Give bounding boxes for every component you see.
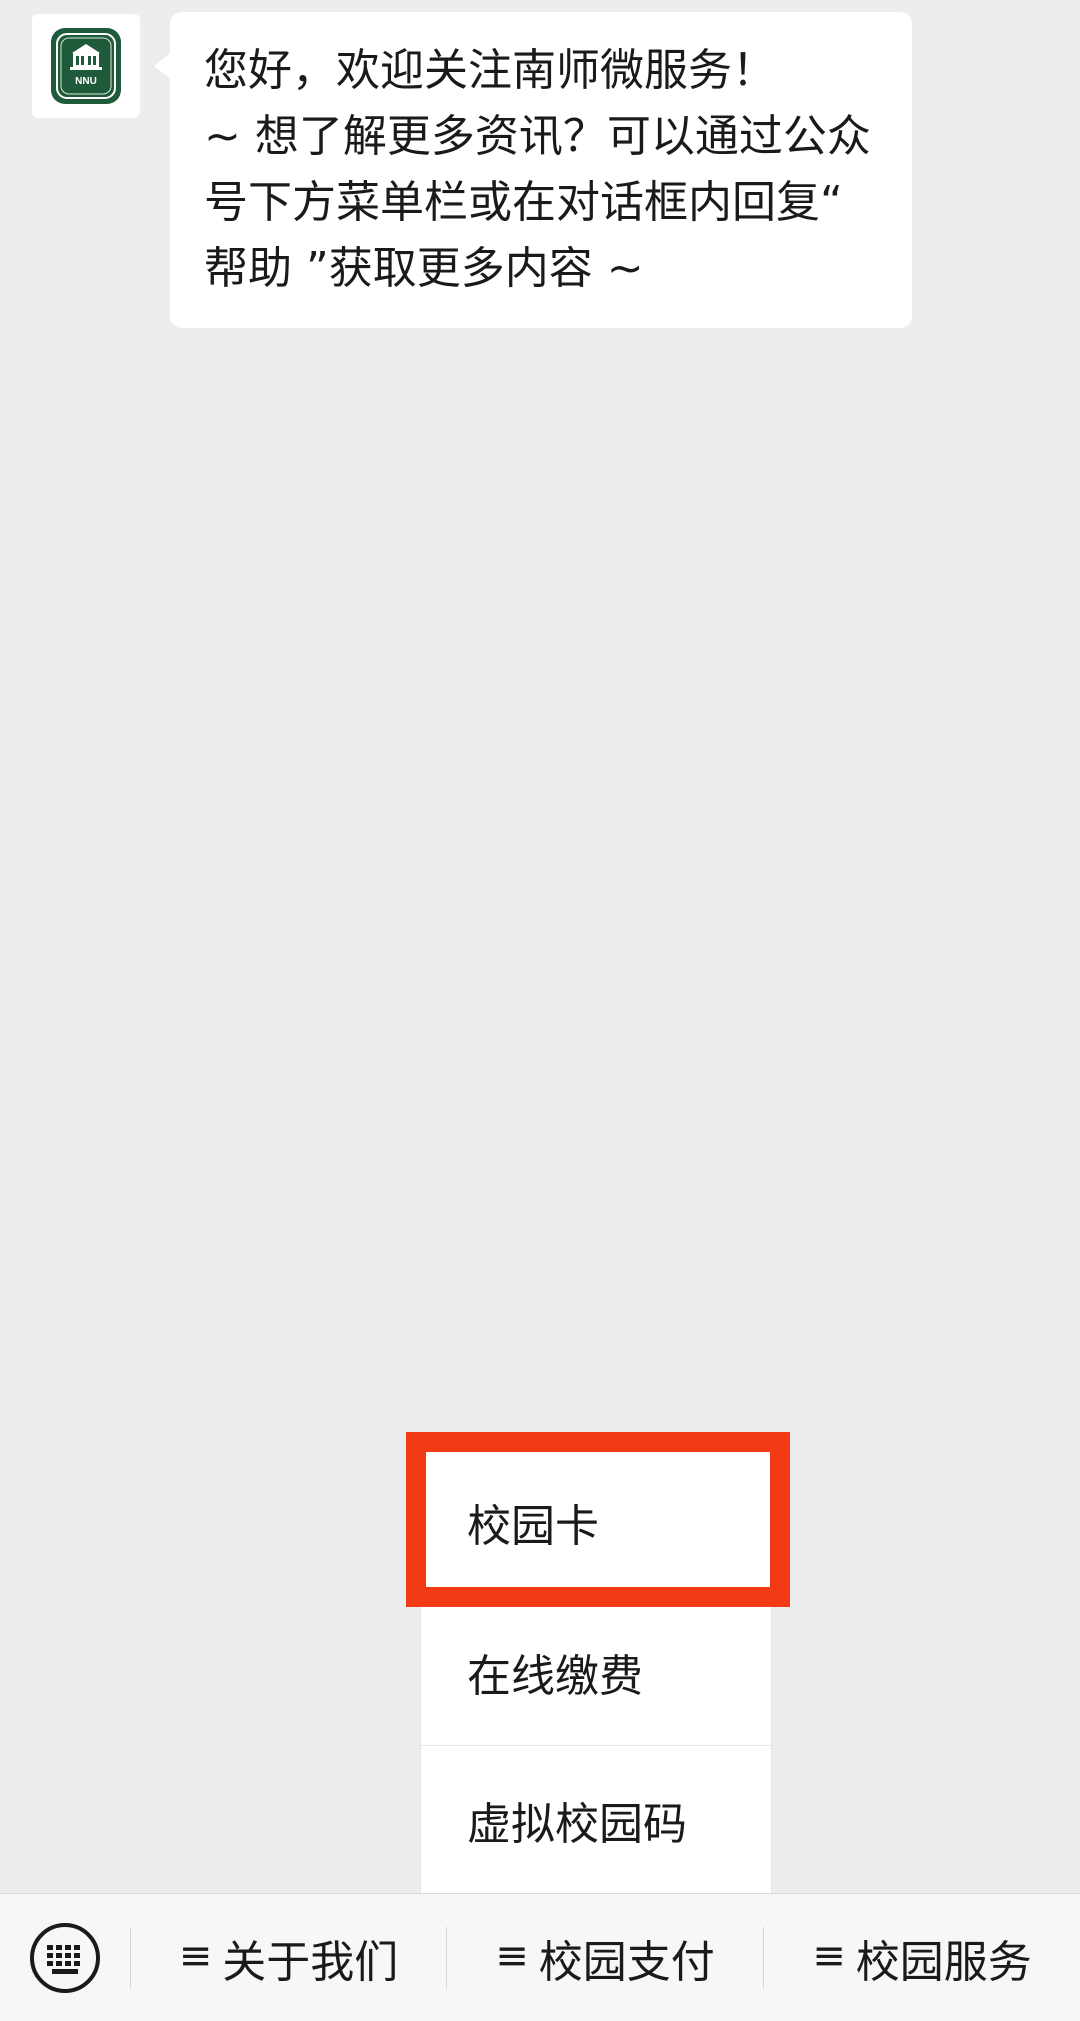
menu-tab-campus-payment[interactable]: ≡ 校园支付 bbox=[447, 1894, 763, 2021]
message-line-4: 帮助 ”获取更多内容 ~ bbox=[204, 243, 644, 294]
message-line-3: 号下方菜单栏或在对话框内回复“ bbox=[204, 177, 843, 228]
avatar[interactable]: NNU bbox=[32, 14, 140, 118]
welcome-message-bubble: 您好，欢迎关注南师微服务！ ~ 想了解更多资讯？可以通过公众 号下方菜单栏或在对… bbox=[154, 12, 912, 328]
submenu-item-virtual-campus-code[interactable]: 虚拟校园码 bbox=[421, 1746, 771, 1894]
keyboard-toggle-button[interactable] bbox=[0, 1894, 130, 2021]
menu-tab-label: 校园支付 bbox=[538, 1936, 715, 1988]
menu-list-icon: ≡ bbox=[178, 1932, 213, 1979]
university-seal-icon: NNU bbox=[51, 28, 121, 104]
menu-tab-about-us[interactable]: ≡ 关于我们 bbox=[131, 1894, 446, 2021]
submenu-item-online-payment[interactable]: 在线缴费 bbox=[421, 1598, 771, 1746]
menu-tab-campus-services[interactable]: ≡ 校园服务 bbox=[764, 1894, 1080, 2021]
message-line-2: ~ 想了解更多资讯？可以通过公众 bbox=[204, 111, 871, 162]
menu-list-icon: ≡ bbox=[812, 1932, 846, 1979]
campus-payment-submenu: 校园卡 在线缴费 虚拟校园码 bbox=[421, 1446, 771, 1894]
keyboard-icon bbox=[30, 1922, 100, 1993]
submenu-item-label: 虚拟校园码 bbox=[467, 1799, 687, 1850]
submenu-item-label: 校园卡 bbox=[467, 1501, 599, 1552]
message-line-1: 您好，欢迎关注南师微服务！ bbox=[204, 45, 776, 96]
menu-tab-label: 校园服务 bbox=[855, 1936, 1032, 1988]
menu-tab-label: 关于我们 bbox=[222, 1936, 399, 1988]
welcome-message-text: 您好，欢迎关注南师微服务！ ~ 想了解更多资讯？可以通过公众 号下方菜单栏或在对… bbox=[204, 38, 878, 302]
submenu-item-label: 在线缴费 bbox=[467, 1650, 643, 1702]
submenu-item-campus-card[interactable]: 校园卡 bbox=[421, 1446, 771, 1598]
bottom-menu-bar: ≡ 关于我们 ≡ 校园支付 ≡ 校园服务 bbox=[0, 1893, 1080, 2021]
avatar-logo-text: NNU bbox=[75, 76, 97, 87]
menu-list-icon: ≡ bbox=[495, 1932, 529, 1979]
